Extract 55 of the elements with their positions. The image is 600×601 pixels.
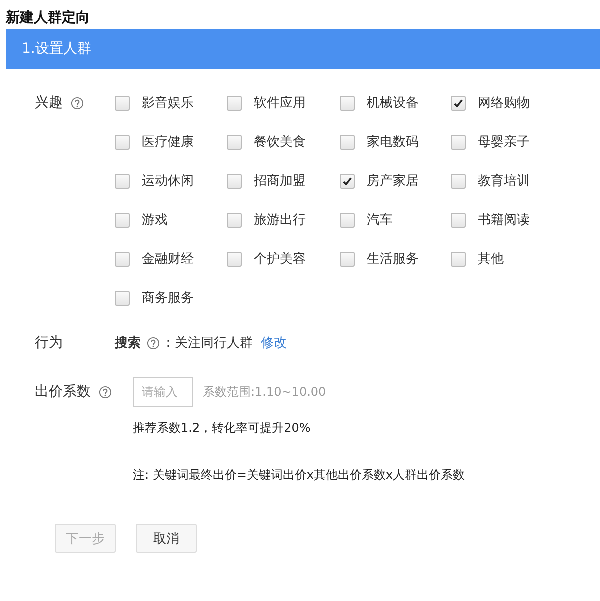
checkbox-label: 其他 bbox=[478, 251, 504, 268]
checkbox[interactable] bbox=[115, 252, 130, 266]
range-hint: 系数范围:1.10~10.00 bbox=[203, 384, 326, 400]
cancel-button[interactable]: 取消 bbox=[136, 524, 197, 553]
checkbox-label: 影音娱乐 bbox=[142, 95, 194, 112]
field-label: 兴趣 bbox=[35, 94, 63, 113]
checkbox[interactable] bbox=[451, 96, 466, 110]
checkbox[interactable] bbox=[227, 212, 242, 228]
checkbox[interactable] bbox=[340, 212, 355, 228]
checkbox-label: 招商加盟 bbox=[254, 173, 306, 190]
checkbox[interactable] bbox=[340, 252, 355, 266]
behavior-value: ：关注同行人群 bbox=[162, 335, 253, 352]
checkbox[interactable] bbox=[115, 174, 130, 188]
checkbox[interactable] bbox=[340, 174, 355, 188]
checkbox-label: 网络购物 bbox=[478, 95, 530, 112]
checkbox-label: 汽车 bbox=[367, 212, 393, 229]
edit-link[interactable]: 修改 bbox=[261, 334, 287, 352]
checkbox-label: 医疗健康 bbox=[142, 134, 194, 151]
checkbox-label: 商务服务 bbox=[142, 290, 194, 307]
checkbox[interactable] bbox=[227, 252, 242, 266]
page-title: 新建人群定向 bbox=[5, 8, 91, 28]
checkbox-label: 运动休闲 bbox=[142, 173, 194, 190]
note-text: 注: 关键词最终出价=关键词出价x其他出价系数x人群出价系数 bbox=[133, 467, 466, 484]
checkbox[interactable] bbox=[115, 134, 130, 150]
checkbox[interactable] bbox=[227, 174, 242, 188]
checkbox-label: 家电数码 bbox=[367, 134, 419, 151]
checkbox-label: 房产家居 bbox=[367, 173, 419, 190]
checkbox[interactable] bbox=[451, 174, 466, 188]
checkbox[interactable] bbox=[115, 212, 130, 228]
checkbox[interactable] bbox=[227, 96, 242, 110]
behavior-type: 搜索 bbox=[115, 334, 141, 352]
checkbox-label: 金融财经 bbox=[142, 251, 194, 268]
checkbox[interactable] bbox=[340, 134, 355, 150]
recommendation-text: 推荐系数1.2，转化率可提升20% bbox=[133, 420, 312, 437]
field-label: 出价系数 bbox=[35, 383, 91, 402]
checkbox-label: 机械设备 bbox=[367, 95, 419, 112]
checkbox-label: 游戏 bbox=[142, 212, 168, 229]
checkbox-label: 旅游出行 bbox=[254, 212, 306, 229]
checkbox-label: 软件应用 bbox=[254, 95, 306, 112]
checkbox[interactable] bbox=[115, 290, 130, 306]
checkbox[interactable] bbox=[227, 134, 242, 150]
step-tab[interactable]: 1.设置人群 bbox=[6, 29, 600, 69]
checkbox[interactable] bbox=[451, 252, 466, 266]
checkbox[interactable] bbox=[451, 212, 466, 228]
checkbox-label: 书籍阅读 bbox=[478, 212, 530, 229]
checkbox[interactable] bbox=[340, 96, 355, 110]
checkbox[interactable] bbox=[451, 134, 466, 150]
checkbox-label: 生活服务 bbox=[367, 251, 419, 268]
checkbox-label: 教育培训 bbox=[478, 172, 530, 190]
checkbox-label: 母婴亲子 bbox=[478, 134, 530, 151]
field-label: 行为 bbox=[35, 334, 63, 353]
input-field[interactable]: 请输入 bbox=[133, 377, 193, 407]
checkbox-label: 餐饮美食 bbox=[254, 134, 306, 151]
checkbox[interactable] bbox=[115, 96, 130, 110]
checkbox-label: 个护美容 bbox=[254, 251, 306, 268]
